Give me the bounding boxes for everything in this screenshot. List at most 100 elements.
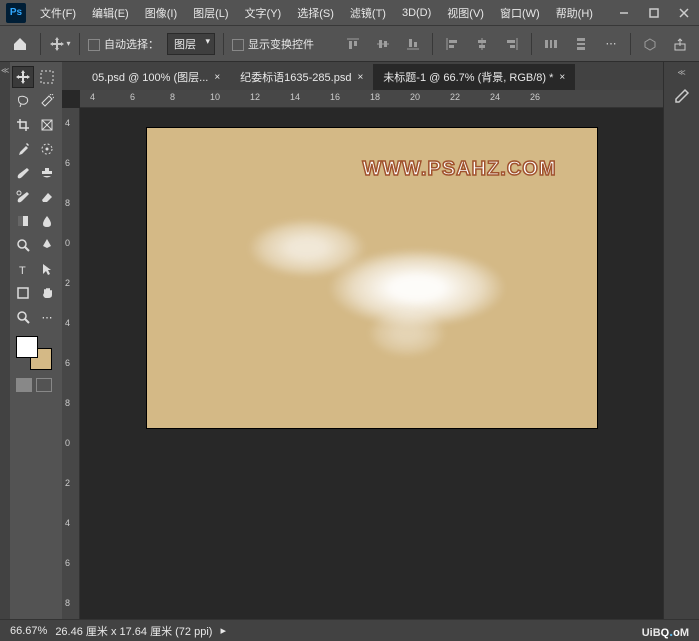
separator: [79, 33, 80, 55]
options-bar: ▾ 自动选择： 图层 显示变换控件 ⋯: [0, 26, 699, 62]
svg-text:T: T: [19, 265, 26, 276]
eraser-tool[interactable]: [36, 186, 58, 208]
path-selection-tool[interactable]: [36, 258, 58, 280]
close-icon[interactable]: ×: [357, 72, 363, 83]
maximize-button[interactable]: [639, 0, 669, 26]
more-options-icon[interactable]: ⋯: [600, 33, 622, 55]
pen-tool[interactable]: [36, 234, 58, 256]
blur-tool[interactable]: [36, 210, 58, 232]
healing-tool[interactable]: [36, 138, 58, 160]
align-vcenter-icon[interactable]: [372, 33, 394, 55]
menu-view[interactable]: 视图(V): [439, 1, 492, 25]
ruler-tick: 24: [490, 92, 500, 102]
color-swatches[interactable]: [12, 336, 60, 374]
home-icon[interactable]: [8, 32, 32, 56]
foreground-color[interactable]: [16, 336, 38, 358]
frame-tool[interactable]: [36, 114, 58, 136]
tab-2[interactable]: 未标题-1 @ 66.7% (背景, RGB/8) * ×: [373, 64, 575, 90]
ruler-tick: 22: [450, 92, 460, 102]
main-area: ≪: [0, 62, 699, 619]
eyedropper-tool[interactable]: [12, 138, 34, 160]
menu-edit[interactable]: 编辑(E): [84, 1, 137, 25]
align-right-icon[interactable]: [501, 33, 523, 55]
zoom-tool[interactable]: [12, 306, 34, 328]
show-transform-checkbox[interactable]: 显示变换控件: [232, 36, 314, 52]
document-canvas[interactable]: WWW.PSAHZ.COM: [147, 128, 597, 428]
brush-tool[interactable]: [12, 162, 34, 184]
history-brush-tool[interactable]: [12, 186, 34, 208]
marquee-tool[interactable]: [36, 66, 58, 88]
close-icon[interactable]: ×: [214, 72, 220, 83]
menu-layer[interactable]: 图层(L): [185, 1, 236, 25]
3d-mode-icon[interactable]: [639, 33, 661, 55]
edit-toolbar[interactable]: ⋯: [36, 306, 58, 328]
gradient-tool[interactable]: [12, 210, 34, 232]
separator: [40, 33, 41, 55]
share-icon[interactable]: [669, 33, 691, 55]
collapse-chevron-icon[interactable]: ≪: [1, 66, 9, 75]
quick-mask-mode[interactable]: [36, 378, 52, 392]
menu-3d[interactable]: 3D(D): [394, 3, 439, 23]
auto-select-checkbox[interactable]: 自动选择：: [88, 36, 159, 52]
close-icon[interactable]: ×: [559, 72, 565, 83]
expand-chevron-icon[interactable]: ≪: [677, 68, 685, 77]
layer-dropdown[interactable]: 图层: [167, 33, 215, 55]
dodge-tool[interactable]: [12, 234, 34, 256]
show-transform-label: 显示变换控件: [248, 39, 314, 51]
move-tool[interactable]: [12, 66, 34, 88]
menu-window[interactable]: 窗口(W): [492, 1, 548, 25]
ruler-tick: 8: [65, 198, 70, 208]
menu-file[interactable]: 文件(F): [32, 1, 84, 25]
separator: [630, 33, 631, 55]
ruler-tick: 26: [530, 92, 540, 102]
canvas-viewport[interactable]: WWW.PSAHZ.COM: [80, 108, 663, 619]
ruler-tick: 4: [65, 518, 70, 528]
ruler-tick: 8: [170, 92, 175, 102]
ruler-vertical[interactable]: 4 6 8 0 2 4 6 8 0 2 4 6 8: [62, 108, 80, 619]
clone-stamp-tool[interactable]: [36, 162, 58, 184]
menu-help[interactable]: 帮助(H): [548, 1, 601, 25]
watermark-text: WWW.PSAHZ.COM: [362, 158, 556, 181]
align-left-icon[interactable]: [441, 33, 463, 55]
ruler-tick: 2: [65, 478, 70, 488]
standard-mode[interactable]: [16, 378, 32, 392]
distribute-h-icon[interactable]: [540, 33, 562, 55]
magic-wand-tool[interactable]: [36, 90, 58, 112]
menu-image[interactable]: 图像(I): [137, 1, 185, 25]
titlebar: Ps 文件(F) 编辑(E) 图像(I) 图层(L) 文字(Y) 选择(S) 滤…: [0, 0, 699, 26]
tab-label: 纪委标语1635-285.psd: [240, 69, 351, 85]
shape-tool[interactable]: [12, 282, 34, 304]
type-tool[interactable]: T: [12, 258, 34, 280]
ruler-horizontal[interactable]: 4 6 8 10 12 14 16 18 20 22 24 26: [80, 90, 663, 108]
edit-tool-icon[interactable]: [671, 85, 693, 107]
align-top-icon[interactable]: [342, 33, 364, 55]
close-button[interactable]: [669, 0, 699, 26]
align-bottom-icon[interactable]: [402, 33, 424, 55]
crop-tool[interactable]: [12, 114, 34, 136]
right-panel: ≪: [663, 62, 699, 619]
lasso-tool[interactable]: [12, 90, 34, 112]
minimize-button[interactable]: [609, 0, 639, 26]
menu-type[interactable]: 文字(Y): [237, 1, 290, 25]
ruler-tick: 6: [65, 558, 70, 568]
separator: [223, 33, 224, 55]
ruler-tick: 0: [65, 238, 70, 248]
tab-0[interactable]: 05.psd @ 100% (图层...×: [82, 64, 230, 90]
workspace: 05.psd @ 100% (图层...× 纪委标语1635-285.psd× …: [62, 62, 663, 619]
move-tool-icon[interactable]: ▾: [49, 33, 71, 55]
hand-tool[interactable]: [36, 282, 58, 304]
menu-select[interactable]: 选择(S): [289, 1, 342, 25]
ruler-tick: 18: [370, 92, 380, 102]
zoom-level[interactable]: 66.67%: [10, 625, 47, 637]
status-menu-chevron-icon[interactable]: ▸: [220, 624, 226, 637]
cloud-graphic: [367, 308, 447, 358]
site-watermark: UiBQ.oM: [642, 623, 689, 639]
auto-select-label: 自动选择：: [104, 39, 159, 51]
tab-1[interactable]: 纪委标语1635-285.psd ×: [230, 64, 373, 90]
align-hcenter-icon[interactable]: [471, 33, 493, 55]
menu-filter[interactable]: 滤镜(T): [342, 1, 394, 25]
distribute-v-icon[interactable]: [570, 33, 592, 55]
tab-label: 未标题-1 @ 66.7% (背景, RGB/8) *: [383, 69, 553, 85]
ruler-tick: 6: [130, 92, 135, 102]
app-logo: Ps: [6, 3, 26, 23]
